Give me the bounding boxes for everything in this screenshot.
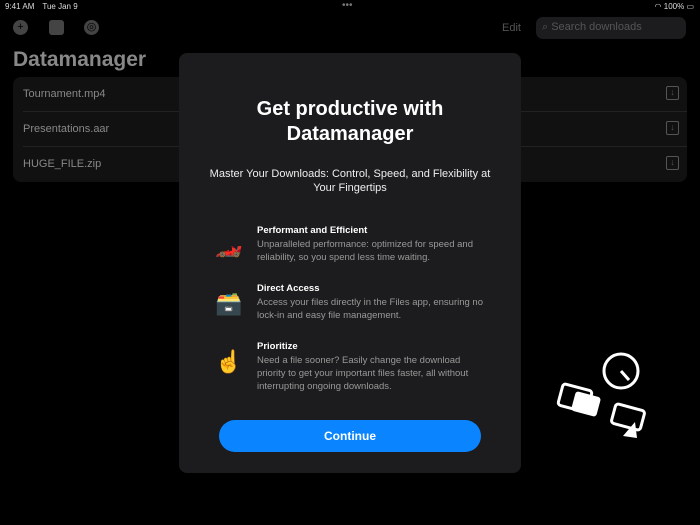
page-title: Datamanager: [13, 48, 147, 71]
file-box-icon: 🗃️: [215, 291, 243, 316]
add-icon[interactable]: +: [13, 20, 28, 35]
feature-illustration-icons: [556, 352, 646, 438]
modal-subtitle: Master Your Downloads: Control, Speed, a…: [209, 168, 491, 194]
airplay-icon: [610, 402, 646, 438]
modal-title: Get productive with Datamanager: [256, 98, 444, 145]
search-input[interactable]: ⌕ Search downloads: [536, 17, 686, 39]
download-icon[interactable]: ↓: [666, 86, 679, 100]
continue-button[interactable]: Continue: [219, 420, 481, 452]
download-icon[interactable]: ↓: [666, 156, 679, 170]
feature-title: Performant and Efficient: [257, 225, 368, 236]
status-bar: 9:41 AM Tue Jan 9: [5, 2, 86, 11]
speedometer-icon: [602, 352, 640, 390]
feature-desc: Access your files directly in the Files …: [257, 297, 483, 321]
feature-title: Prioritize: [257, 341, 298, 352]
onboarding-modal: Get productive with Datamanager Master Y…: [179, 53, 521, 473]
time: 9:41 AM: [5, 2, 35, 11]
download-icon[interactable]: ↓: [666, 121, 679, 135]
search-placeholder: Search downloads: [551, 21, 642, 33]
pointing-finger-icon: ☝️: [215, 349, 243, 374]
help-icon[interactable]: ◎: [84, 20, 99, 35]
race-car-icon: 🏎️: [215, 233, 243, 258]
feature-desc: Need a file sooner? Easily change the do…: [257, 355, 469, 392]
feature-prioritize: ☝️ Prioritize Need a file sooner? Easily c…: [215, 341, 491, 393]
search-icon: ⌕: [542, 21, 552, 33]
multitasking-dots-icon[interactable]: •••: [342, 0, 353, 11]
feature-performance: 🏎️ Performant and Efficient Unparalleled p…: [215, 225, 491, 264]
feature-title: Direct Access: [257, 283, 320, 294]
file-name: Tournament.mp4: [23, 88, 106, 100]
edit-button[interactable]: Edit: [502, 22, 521, 34]
battery: ◠ 100% ▭: [654, 2, 694, 11]
date: Tue Jan 9: [42, 2, 78, 11]
feature-direct-access: 🗃️ Direct Access Access your files directl…: [215, 283, 491, 322]
browser-icon[interactable]: [49, 20, 64, 35]
file-name: HUGE_FILE.zip: [23, 158, 102, 170]
battery-percent: 100%: [663, 2, 685, 11]
feature-desc: Unparalleled performance: optimized for …: [257, 239, 473, 263]
file-name: Presentations.aar: [23, 123, 110, 135]
picture-in-picture-icon: [556, 382, 601, 417]
